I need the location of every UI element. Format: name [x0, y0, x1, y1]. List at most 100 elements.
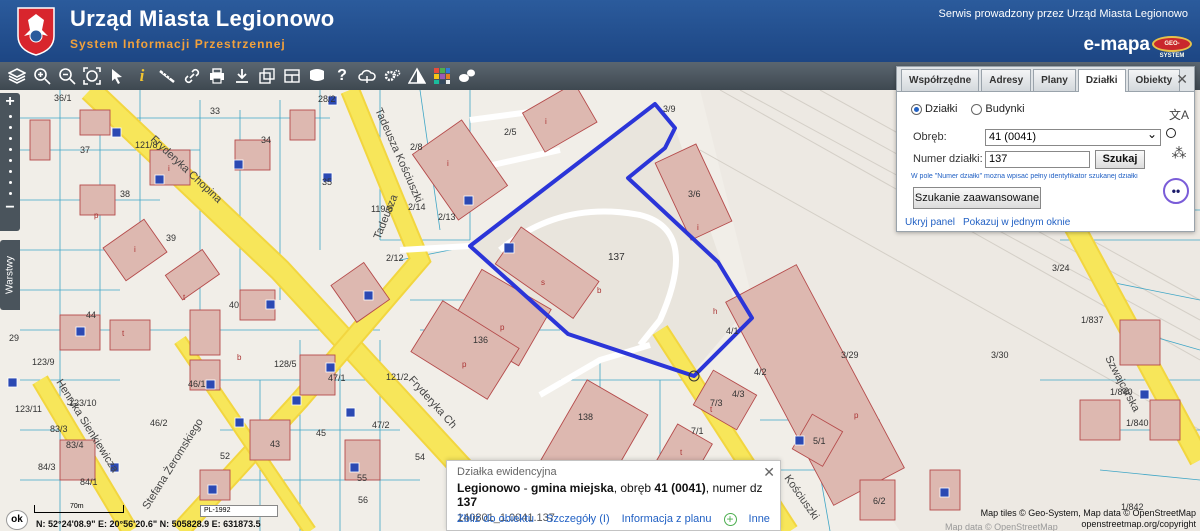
map-overlay-icon[interactable]: [256, 65, 278, 87]
svg-text:84/3: 84/3: [38, 462, 56, 472]
more-link[interactable]: Inne: [749, 513, 770, 526]
svg-text:7/1: 7/1: [691, 426, 704, 436]
svg-text:36/1: 36/1: [54, 93, 72, 103]
search-hint: W pole "Numer działki" można wpisać pełn…: [911, 173, 1138, 180]
tab-adresy[interactable]: Adresy: [981, 69, 1032, 91]
tab-plany[interactable]: Plany: [1033, 69, 1076, 91]
measure-icon[interactable]: [156, 65, 178, 87]
close-icon[interactable]: ✕: [1176, 71, 1188, 88]
svg-text:1/837: 1/837: [1081, 315, 1104, 325]
zoom-level-dot[interactable]: [8, 170, 12, 173]
svg-text:56: 56: [358, 495, 368, 505]
popup-place: Legionowo: [457, 481, 521, 495]
svg-text:i: i: [134, 245, 136, 254]
city-coat-of-arms-logo: [17, 7, 55, 56]
svg-text:2/8: 2/8: [410, 142, 423, 152]
warning-icon[interactable]: [406, 65, 428, 87]
search-panel: Współrzędne Adresy Plany Działki Obiekty…: [896, 66, 1195, 232]
layers-icon[interactable]: [6, 65, 28, 87]
svg-text:i: i: [545, 117, 547, 126]
obreb-select[interactable]: 41 (0041): [985, 127, 1161, 146]
ok-button[interactable]: ok: [6, 510, 28, 530]
svg-text:52: 52: [220, 451, 230, 461]
attribution-line-1[interactable]: Map tiles © Geo-System, Map data © OpenS…: [981, 508, 1196, 519]
radio-dzialki-dot[interactable]: [911, 103, 922, 115]
svg-text:83/4: 83/4: [66, 440, 84, 450]
attribution-line-2[interactable]: openstreetmap.org/copyright: [981, 519, 1196, 530]
service-text: Serwis prowadzony przez Urząd Miasta Leg…: [938, 8, 1188, 20]
svg-text:4/2: 4/2: [754, 367, 767, 377]
numer-dzialki-input[interactable]: 137: [985, 151, 1090, 168]
svg-text:38: 38: [120, 189, 130, 199]
svg-text:44: 44: [86, 310, 96, 320]
zoom-out-icon[interactable]: [56, 65, 78, 87]
apps-icon[interactable]: ⁂: [1166, 140, 1192, 166]
advanced-search-button[interactable]: Szukanie zaawansowane: [913, 187, 1041, 209]
svg-text:55: 55: [357, 473, 367, 483]
scale-label: 70m: [70, 503, 84, 510]
svg-text:40: 40: [229, 300, 239, 310]
search-type-radio: Działki Budynki: [911, 103, 1025, 115]
radio-budynki-label: Budynki: [985, 103, 1025, 115]
settings-icon[interactable]: [381, 65, 403, 87]
radio-budynki[interactable]: Budynki: [971, 103, 1025, 115]
layout-icon[interactable]: [281, 65, 303, 87]
tab-dzialki[interactable]: Działki: [1077, 69, 1126, 92]
svg-text:1/840: 1/840: [1126, 418, 1149, 428]
zoom-level-dot[interactable]: [8, 181, 12, 184]
svg-text:p: p: [462, 360, 467, 369]
zoom-level-dot[interactable]: [8, 137, 12, 140]
color-grid-icon[interactable]: [431, 65, 453, 87]
translate-icon[interactable]: 文A: [1166, 101, 1192, 127]
svg-text:47/2: 47/2: [372, 420, 390, 430]
popup-numer: 137: [457, 495, 478, 509]
zoom-out-button[interactable]: −: [5, 199, 14, 217]
link-icon[interactable]: [181, 65, 203, 87]
radio-budynki-dot[interactable]: [971, 103, 983, 115]
chat-icon[interactable]: [306, 65, 328, 87]
close-icon[interactable]: ✕: [763, 464, 775, 481]
zoom-level-dot[interactable]: [8, 115, 12, 118]
coordinates-readout: N: 52°24'08.9" E: 20°56'20.6" N: 505828.…: [36, 519, 261, 529]
assistant-icon[interactable]: ••: [1163, 178, 1189, 204]
one-window-link[interactable]: Pokazuj w jednym oknie: [963, 217, 1070, 228]
popup-heading: Działka ewidencyjna: [457, 466, 557, 478]
plan-info-link[interactable]: Informacja z planu: [622, 513, 712, 526]
details-link[interactable]: Szczegóły (I): [546, 513, 610, 526]
circle-icon[interactable]: [1166, 128, 1176, 138]
zoom-level-dot[interactable]: [8, 126, 12, 129]
info-icon[interactable]: i: [131, 65, 153, 87]
zoom-in-button[interactable]: +: [5, 93, 14, 111]
svg-text:i: i: [447, 159, 449, 168]
app-title: Urząd Miasta Legionowo: [70, 6, 335, 31]
svg-text:2/13: 2/13: [438, 212, 456, 222]
hide-panel-link[interactable]: Ukryj panel: [905, 217, 955, 228]
print-icon[interactable]: [206, 65, 228, 87]
zoom-to-object-link[interactable]: Zbliż do obiektu: [457, 513, 534, 526]
tab-obiekty[interactable]: Obiekty: [1127, 69, 1181, 91]
help-icon[interactable]: ?: [331, 65, 353, 87]
zoom-in-icon[interactable]: [31, 65, 53, 87]
zoom-level-dot[interactable]: [8, 148, 12, 151]
svg-text:123/9: 123/9: [32, 357, 55, 367]
zoom-level-dot[interactable]: [8, 159, 12, 162]
search-button[interactable]: Szukaj: [1095, 150, 1145, 169]
svg-text:39: 39: [166, 233, 176, 243]
cloud-icon[interactable]: [356, 65, 378, 87]
svg-text:p: p: [500, 323, 505, 332]
svg-text:28/2: 28/2: [318, 94, 336, 104]
radio-dzialki[interactable]: Działki: [911, 103, 957, 115]
plus-circle-icon[interactable]: +: [723, 513, 737, 526]
pointer-icon[interactable]: [106, 65, 128, 87]
svg-text:2/14: 2/14: [408, 202, 426, 212]
layers-panel-tab[interactable]: Warstwy: [0, 240, 20, 310]
comments-icon[interactable]: [456, 65, 478, 87]
download-icon[interactable]: [231, 65, 253, 87]
tab-wspolrzedne[interactable]: Współrzędne: [901, 69, 980, 91]
svg-text:6/2: 6/2: [873, 496, 886, 506]
svg-text:b: b: [237, 353, 242, 362]
zoom-level-dot[interactable]: [8, 192, 12, 195]
zoom-extent-icon[interactable]: [81, 65, 103, 87]
radio-dzialki-label: Działki: [925, 103, 958, 115]
crs-select[interactable]: PL-1992: [200, 505, 278, 517]
